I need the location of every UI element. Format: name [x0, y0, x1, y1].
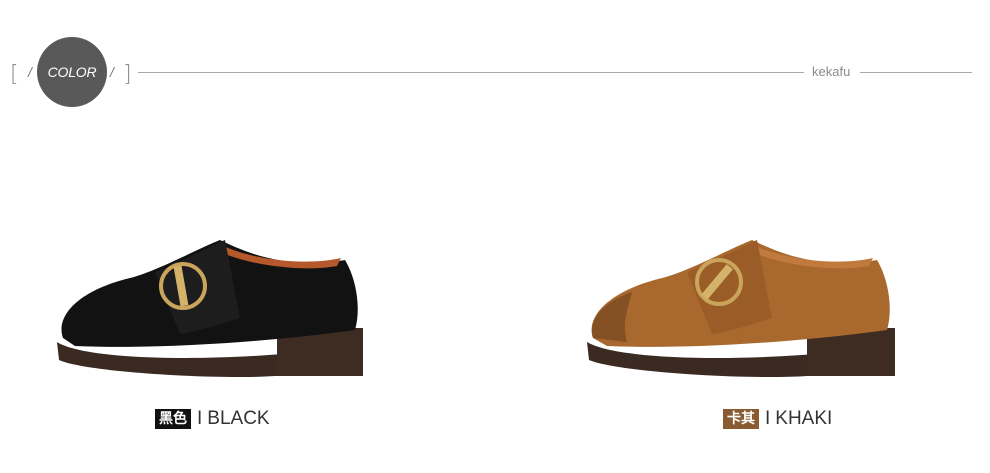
color-badge: COLOR	[37, 37, 107, 107]
color-name-cn: 卡其	[723, 409, 759, 429]
color-name-en: BLACK	[207, 408, 270, 429]
divider-line	[138, 72, 804, 73]
caption-black: 黑色 I BLACK	[155, 407, 270, 431]
section-header: [ / COLOR / ] kekafu	[0, 0, 990, 140]
black-shoe-image	[57, 240, 363, 378]
brand-name: kekafu	[812, 64, 851, 79]
separator: I	[197, 408, 203, 429]
color-label: COLOR	[47, 64, 97, 80]
color-name-en: KHAKI	[775, 408, 833, 429]
divider-line	[860, 72, 972, 73]
caption-khaki: 卡其 I KHAKI	[723, 407, 832, 431]
slash-decoration: /	[28, 64, 32, 80]
color-name-cn: 黑色	[155, 409, 191, 429]
slash-decoration: /	[110, 64, 114, 80]
left-bracket-open: [	[10, 62, 19, 87]
product-image-khaki	[577, 200, 907, 400]
khaki-shoe-image	[587, 240, 895, 378]
left-bracket-close: ]	[123, 62, 132, 87]
product-image-black	[45, 200, 375, 400]
separator: I	[765, 408, 771, 429]
